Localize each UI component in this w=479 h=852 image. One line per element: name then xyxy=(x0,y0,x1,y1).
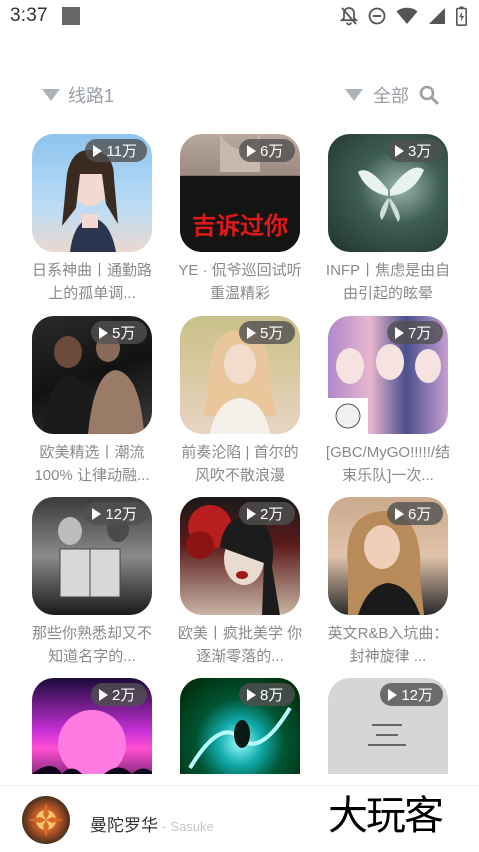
play-icon xyxy=(92,507,102,520)
status-icons xyxy=(340,6,467,26)
playlist-title[interactable]: [GBC/MyGO!!!!!/结束乐队]一次... xyxy=(325,441,451,487)
play-icon xyxy=(388,688,398,701)
play-count-badge: 5万 xyxy=(239,321,295,344)
playlist-cover[interactable]: 11万 xyxy=(32,134,152,252)
playlist-cover[interactable]: 6万 xyxy=(328,497,448,615)
play-icon xyxy=(93,144,103,157)
play-icon xyxy=(247,688,256,701)
artist-name: Sasuke xyxy=(170,819,214,834)
playlist-card[interactable]: 2万 xyxy=(32,678,152,774)
play-count-badge: 7万 xyxy=(387,321,443,344)
route-selector[interactable]: 线路1 xyxy=(42,82,114,108)
play-count: 8万 xyxy=(260,687,284,704)
play-count-badge: 6万 xyxy=(387,502,443,525)
playlist-card[interactable]: 5万 欧美精选丨潮流100% 让律动融... xyxy=(32,316,152,487)
battery-charging-icon xyxy=(456,6,467,26)
playlist-cover[interactable]: 2万 xyxy=(32,678,152,774)
playlist-title[interactable]: YE · 侃爷巡回试听 重温精彩 xyxy=(177,259,303,305)
now-playing-bar[interactable]: 曼陀罗华 - Sasuke 大玩客 xyxy=(0,785,479,852)
playlist-card[interactable]: 7万 [GBC/MyGO!!!!!/结束乐队]一次... xyxy=(325,316,451,487)
play-icon xyxy=(247,326,256,339)
playlist-cover[interactable]: 12万 xyxy=(328,678,448,774)
playlist-cover[interactable]: 吉诉过你 6万 xyxy=(180,134,300,252)
route-label: 线路1 xyxy=(68,86,115,106)
wifi-icon xyxy=(396,7,418,25)
category-filter: 全部 xyxy=(345,82,439,108)
watermark-logo: 大玩客 xyxy=(328,793,444,839)
playlist-card[interactable]: 吉诉过你 6万 YE · 侃爷巡回试听 重温精彩 xyxy=(177,134,303,305)
play-count: 12万 xyxy=(401,687,433,704)
playlist-title[interactable]: 日系神曲丨通勤路上的孤单调... xyxy=(29,259,155,305)
play-count: 11万 xyxy=(106,143,137,160)
play-icon xyxy=(395,326,404,339)
playlist-card[interactable]: 6万 英文R&B入坑曲：封神旋律 ... xyxy=(328,497,448,668)
play-count-badge: 2万 xyxy=(91,683,147,706)
play-count-badge: 12万 xyxy=(380,683,443,706)
playlist-card[interactable]: 2万 欧美丨疯批美学 你逐渐零落的... xyxy=(177,497,303,668)
category-label[interactable]: 全部 xyxy=(373,82,409,108)
playlist-card[interactable]: 12万 那些你熟悉却又不知道名字的... xyxy=(32,497,152,668)
play-count: 7万 xyxy=(408,325,432,342)
cellular-signal-icon xyxy=(428,7,446,25)
playlist-cover[interactable]: 8万 xyxy=(180,678,300,774)
playlist-title[interactable]: 欧美丨疯批美学 你逐渐零落的... xyxy=(177,622,303,668)
play-icon xyxy=(99,326,108,339)
search-icon[interactable] xyxy=(419,85,439,105)
playlist-card[interactable]: 3万 INFP丨焦虑是由自由引起的眩晕 xyxy=(325,134,451,305)
play-count-badge: 5万 xyxy=(91,321,147,344)
dropdown-triangle-icon xyxy=(42,89,60,101)
playlist-card[interactable]: 12万 xyxy=(328,678,448,774)
play-icon xyxy=(247,144,256,157)
playlist-cover[interactable]: 2万 xyxy=(180,497,300,615)
dropdown-triangle-icon[interactable] xyxy=(345,89,363,101)
play-count-badge: 11万 xyxy=(85,139,147,162)
notification-square-icon xyxy=(61,7,80,25)
playlist-title[interactable]: 那些你熟悉却又不知道名字的... xyxy=(29,622,155,668)
playlist-card[interactable]: 8万 xyxy=(180,678,300,774)
playlist-card[interactable]: 5万 前奏沦陷 | 首尔的风吹不散浪漫 xyxy=(180,316,300,487)
playlist-cover[interactable]: 3万 xyxy=(328,134,448,252)
play-count: 12万 xyxy=(105,506,137,523)
play-count-badge: 2万 xyxy=(239,502,295,525)
play-icon xyxy=(247,507,256,520)
playlist-card[interactable]: 11万 日系神曲丨通勤路上的孤单调... xyxy=(32,134,152,305)
play-count: 6万 xyxy=(260,143,284,160)
play-count-badge: 3万 xyxy=(387,139,443,162)
play-count: 2万 xyxy=(112,687,136,704)
playlist-grid: 11万 日系神曲丨通勤路上的孤单调... 吉诉过你 6万 YE · 侃爷巡回试听… xyxy=(0,134,479,774)
playlist-title[interactable]: 欧美精选丨潮流100% 让律动融... xyxy=(29,441,155,487)
play-count: 5万 xyxy=(112,325,136,342)
filter-row: 线路1 全部 xyxy=(0,82,479,110)
playlist-cover[interactable]: 12万 xyxy=(32,497,152,615)
status-bar: 3:37 xyxy=(0,0,479,32)
play-count-badge: 8万 xyxy=(239,683,295,706)
playlist-cover[interactable]: 5万 xyxy=(180,316,300,434)
play-icon xyxy=(99,688,108,701)
play-count-badge: 12万 xyxy=(84,502,147,525)
playlist-cover[interactable]: 5万 xyxy=(32,316,152,434)
album-art[interactable] xyxy=(22,796,70,844)
play-count: 3万 xyxy=(408,143,432,160)
status-time: 3:37 xyxy=(10,5,48,26)
do-not-disturb-icon xyxy=(368,7,386,25)
play-count-badge: 6万 xyxy=(239,139,295,162)
play-count: 6万 xyxy=(408,506,432,523)
play-icon xyxy=(395,144,404,157)
play-count: 2万 xyxy=(260,506,284,523)
notifications-off-icon xyxy=(340,6,358,26)
play-count: 5万 xyxy=(260,325,284,342)
now-playing-info[interactable]: 曼陀罗华 - Sasuke xyxy=(90,811,214,836)
title-separator: - xyxy=(162,819,167,834)
playlist-title[interactable]: 英文R&B入坑曲：封神旋律 ... xyxy=(325,622,451,668)
playlist-cover[interactable]: 7万 xyxy=(328,316,448,434)
play-icon xyxy=(395,507,404,520)
playlist-title[interactable]: 前奏沦陷 | 首尔的风吹不散浪漫 xyxy=(177,441,303,487)
cover-text: 吉诉过你 xyxy=(192,212,288,240)
playlist-title[interactable]: INFP丨焦虑是由自由引起的眩晕 xyxy=(325,259,451,305)
song-title: 曼陀罗华 xyxy=(90,816,158,835)
